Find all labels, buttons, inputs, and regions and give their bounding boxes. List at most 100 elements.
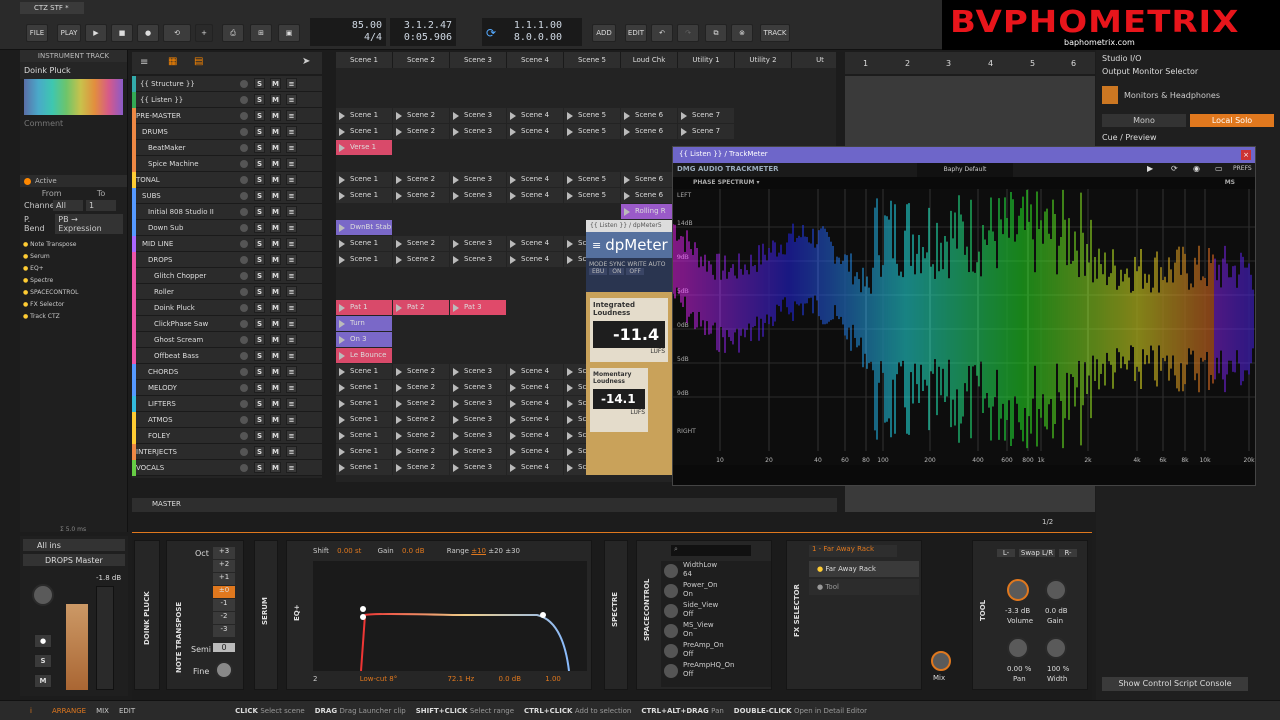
record-dot[interactable] (240, 352, 248, 360)
spacecontrol-device[interactable]: SPACECONTROL ⌕ WidthLow 64 Power_On On Side_… (636, 540, 772, 690)
param-item[interactable]: PreAmp_On Off (661, 641, 771, 661)
scene-header[interactable]: Ut (792, 52, 836, 68)
arm-icon[interactable]: ≡ (286, 334, 297, 345)
arm-icon[interactable]: ≡ (286, 222, 297, 233)
band-count[interactable]: 2 (313, 675, 317, 683)
refresh-icon[interactable]: ⟳ (1171, 164, 1178, 173)
solo-button[interactable]: S (254, 222, 265, 233)
master-track[interactable]: MASTER (132, 498, 837, 512)
param-item[interactable]: Side_View Off (661, 601, 771, 621)
clip-slot[interactable]: Scene 7 (678, 108, 734, 123)
track-row[interactable]: Doink Pluck S M ≡ (132, 300, 322, 316)
record-dot[interactable] (240, 304, 248, 312)
swap-button[interactable]: Swap L/R (1019, 549, 1055, 557)
record-dot[interactable] (240, 176, 248, 184)
track-row[interactable]: Spice Machine S M ≡ (132, 156, 322, 172)
record-dot[interactable] (240, 128, 248, 136)
mute-button[interactable]: M (270, 222, 281, 233)
clip-slot[interactable]: Scene 3 (450, 252, 506, 267)
arm-icon[interactable]: ≡ (286, 446, 297, 457)
trackmeter-titlebar[interactable]: {{ Listen }} / TrackMeter × (673, 147, 1255, 163)
arm-icon[interactable]: ≡ (286, 318, 297, 329)
clip-slot[interactable]: Scene 3 (450, 380, 506, 395)
record-dot[interactable] (240, 192, 248, 200)
scene-header[interactable]: Scene 2 (393, 52, 450, 68)
clip-slot[interactable]: Scene 1 (336, 236, 392, 251)
track-row[interactable]: MID LINE S M ≡ (132, 236, 322, 252)
param-item[interactable]: MS_View On (661, 621, 771, 641)
device-item[interactable]: ● Track CTZ (23, 313, 124, 325)
copy-icon[interactable]: ⧉ (705, 24, 727, 42)
clip-slot[interactable]: Scene 3 (450, 396, 506, 411)
volume-knob[interactable] (1007, 579, 1029, 601)
mute-button[interactable]: M (270, 126, 281, 137)
mix-tab[interactable]: MIX (96, 707, 109, 715)
arm-icon[interactable]: ≡ (286, 78, 297, 89)
clip-slot[interactable]: Scene 4 (507, 108, 563, 123)
clip-slot[interactable]: Scene 3 (450, 124, 506, 139)
track-row[interactable]: FOLEY S M ≡ (132, 428, 322, 444)
clip-slot[interactable]: DwnBt Stab (336, 220, 392, 235)
clip-slot[interactable]: Scene 5 (564, 172, 620, 187)
mute-button[interactable]: M (270, 174, 281, 185)
clip-slot[interactable]: Scene 2 (393, 236, 449, 251)
track-row[interactable]: BeatMaker S M ≡ (132, 140, 322, 156)
panel-icon[interactable]: ▣ (278, 24, 300, 42)
record-dot[interactable] (240, 144, 248, 152)
camera-icon[interactable]: ◉ (1193, 164, 1200, 173)
arranger-area[interactable] (845, 76, 1095, 146)
scene-header[interactable]: Utility 2 (735, 52, 792, 68)
solo-button[interactable]: S (254, 94, 265, 105)
arm-icon[interactable]: ≡ (286, 350, 297, 361)
track-row[interactable]: INTERJECTS S M ≡ (132, 444, 322, 460)
write-off-button[interactable]: OFF (626, 268, 644, 275)
arm-icon[interactable]: ≡ (286, 110, 297, 121)
track-row[interactable]: Ghost Scream S M ≡ (132, 332, 322, 348)
arm-icon[interactable]: ≡ (286, 206, 297, 217)
clip-slot[interactable]: Scene 5 (564, 124, 620, 139)
print-icon[interactable]: ⎙ (222, 24, 244, 42)
clip-slot[interactable]: Scene 3 (450, 108, 506, 123)
clip-slot[interactable]: Scene 2 (393, 380, 449, 395)
solo-button[interactable]: S (254, 414, 265, 425)
menu-icon[interactable]: ≡ (592, 239, 601, 252)
record-arm-button[interactable]: ● (34, 634, 52, 648)
clip-slot[interactable]: Scene 2 (393, 364, 449, 379)
arm-icon[interactable]: ≡ (286, 430, 297, 441)
clip-slot[interactable]: Le Bounce (336, 348, 392, 363)
arm-icon[interactable]: ≡ (286, 398, 297, 409)
param-knob[interactable] (664, 604, 678, 618)
position-display[interactable]: 3.1.2.47 0:05.906 (390, 18, 456, 46)
semi-value[interactable]: 0 (213, 643, 235, 652)
clip-slot[interactable]: Scene 4 (507, 172, 563, 187)
list-icon[interactable]: ▤ (194, 56, 203, 67)
arrange-tab[interactable]: ARRANGE (52, 707, 86, 715)
param-knob[interactable] (664, 664, 678, 678)
mute-button[interactable]: M (270, 270, 281, 281)
clip-slot[interactable]: Scene 1 (336, 364, 392, 379)
active-toggle[interactable]: Active (20, 175, 127, 187)
pbend-select[interactable]: PB → Expression (55, 214, 123, 234)
clip-slot[interactable]: Scene 3 (450, 364, 506, 379)
clip-slot[interactable]: Scene 1 (336, 396, 392, 411)
automation-icon[interactable]: ⟲ (163, 24, 191, 42)
arm-icon[interactable]: ≡ (286, 94, 297, 105)
track-button[interactable]: TRACK (760, 24, 790, 42)
clip-slot[interactable]: Scene 1 (336, 172, 392, 187)
clip-slot[interactable]: Scene 6 (621, 108, 677, 123)
track-row[interactable]: ClickPhase Saw S M ≡ (132, 316, 322, 332)
solo-button[interactable]: S (254, 286, 265, 297)
record-dot[interactable] (240, 448, 248, 456)
solo-button[interactable]: S (254, 350, 265, 361)
arm-icon[interactable]: ≡ (286, 286, 297, 297)
undo-icon[interactable]: ↶ (651, 24, 673, 42)
serum-device[interactable]: SERUM (254, 540, 278, 690)
mute-button[interactable]: M (34, 674, 52, 688)
play-icon[interactable]: ▶ (1147, 164, 1153, 173)
track-row[interactable]: Offbeat Bass S M ≡ (132, 348, 322, 364)
pan-knob[interactable] (1007, 637, 1029, 659)
oct-option[interactable]: +1 (213, 573, 235, 585)
record-dot[interactable] (240, 240, 248, 248)
solo-button[interactable]: S (254, 254, 265, 265)
clip-slot[interactable]: Scene 4 (507, 188, 563, 203)
